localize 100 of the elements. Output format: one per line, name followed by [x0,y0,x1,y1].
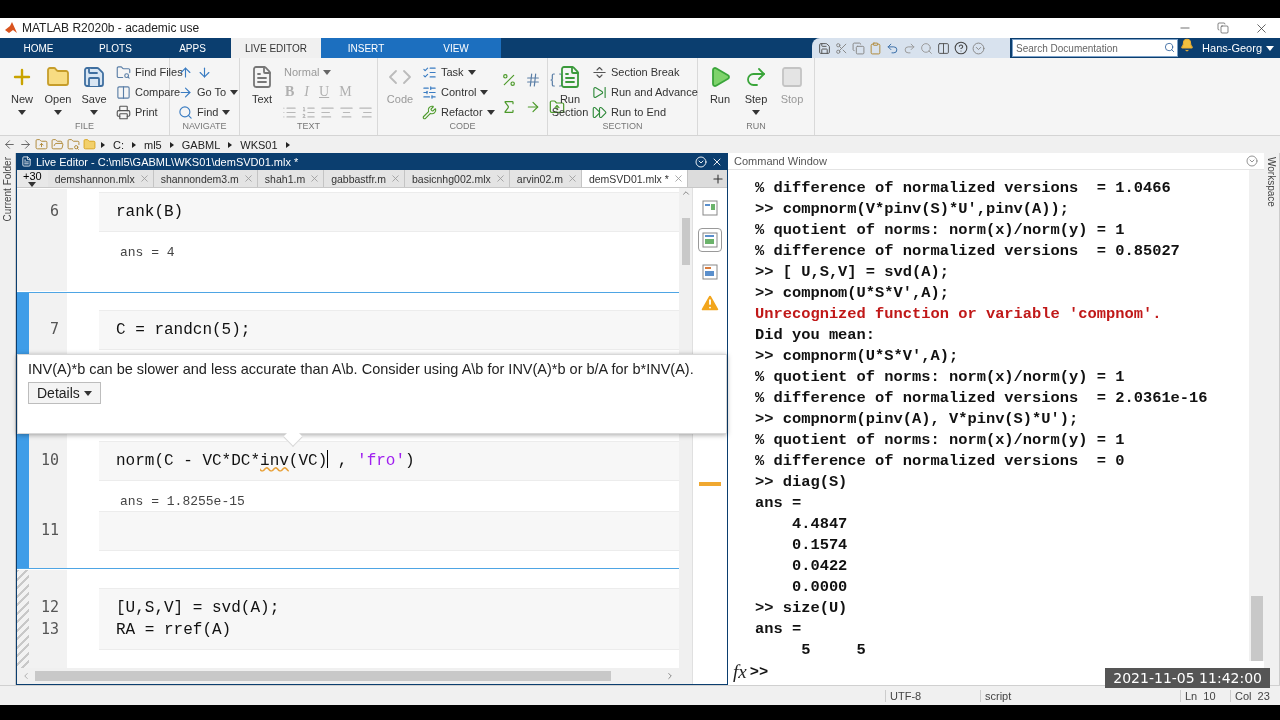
file-tab[interactable]: shannondem3.m [153,170,258,187]
find-files-button[interactable]: Find Files [114,63,185,81]
section-title: RUN [746,121,766,133]
console-line: % difference of normalized versions = 0 [755,451,1126,472]
ribbon-tab[interactable]: INSERT [321,38,411,58]
path-segment[interactable]: ml5 [141,138,165,151]
text-button[interactable]: Text [246,62,278,121]
console-line: Did you mean: [755,325,877,346]
file-tab[interactable]: demshannon.mlx [47,170,154,187]
console-line: ans = [755,493,803,514]
editor-title: Live Editor - C:\ml5\GABML\WKS01\demSVD01.mlx * [36,155,299,168]
file-type-text: script [980,689,1180,702]
more-tabs-button[interactable]: +30 [17,170,48,187]
run-and-advance-button[interactable]: Run and Advance [590,83,700,101]
redo-icon [903,41,917,55]
console-line: 0.0000 [790,577,849,598]
current-folder-tab[interactable]: Current Folder [2,153,13,226]
console-line: 0.0422 [790,556,849,577]
chevron-down-icon [972,41,986,55]
search-icon [920,41,934,55]
refactor-button[interactable]: Refactor [420,103,497,121]
scissors-icon [835,41,849,55]
console-line: >> compnorm(U*S*V',A); [755,346,960,367]
step-button[interactable]: Step [740,62,772,121]
path-segment[interactable]: GABML [178,138,224,151]
line-number: 13 [40,619,59,640]
workspace-tab[interactable]: Workspace [1266,153,1277,211]
console-line: % quotient of norms: norm(x)/norm(y) = 1 [755,220,1126,241]
output-inline-button[interactable] [698,228,722,252]
separator-icon [592,64,607,80]
fast-forward-icon [592,104,607,120]
file-tab[interactable]: shah1.m [257,170,325,187]
close-icon [566,173,578,184]
console-line: % quotient of norms: norm(x)/norm(y) = 1 [755,430,1126,451]
document-icon [21,156,32,167]
plus-icon [711,171,725,186]
columns-icon [116,84,131,100]
hash-icon [524,72,541,88]
document-icon [250,65,274,89]
code-line: rank(B) [116,202,185,223]
user-menu-button[interactable]: Hans-Georg [1194,38,1280,58]
console-line: 0.1574 [790,535,849,556]
chevron-icon [228,141,233,148]
redo-arrow-icon [744,65,768,89]
line-number: 6 [49,201,59,222]
search-field[interactable]: Search Documentation [1012,39,1179,57]
path-segment[interactable]: WKS01 [237,138,281,151]
output-text: ans = 1.8255e-15 [119,493,246,511]
section-title: FILE [75,121,94,133]
layout-icon [702,200,718,216]
chevron-icon [285,141,290,148]
copy-icon [852,41,866,55]
code-line: norm(C - VC*DC*inv(VC) , 'fro') [116,450,416,472]
section-break-button[interactable]: Section Break [590,63,700,81]
command-prompt[interactable]: >> [749,661,769,683]
save-button[interactable]: Save [78,62,110,121]
search-icon [178,104,193,120]
ribbon-tab[interactable]: LIVE EDITOR [231,38,321,58]
run-section-button[interactable]: Run Section [554,62,586,121]
run-button[interactable]: Run [704,62,736,121]
close-icon [672,173,684,184]
layout-icon [702,264,718,280]
back-arrow-icon [3,138,16,151]
chevron-icon [132,141,136,148]
skip-forward-icon [592,84,607,100]
details-button[interactable]: Details [28,382,101,404]
window-title: MATLAB R2020b - academic use [22,21,200,35]
warning-icon [699,292,721,314]
columns-icon [937,41,951,55]
scrollbar-thumb [681,218,690,265]
file-tab[interactable]: basicnhg002.mlx [405,170,510,187]
console-line: % quotient of norms: norm(x)/norm(y) = 1 [755,367,1126,388]
console-line: % difference of normalized versions = 2.0361e-16 [755,388,1209,409]
ribbon-tab[interactable]: VIEW [411,38,501,58]
section-title: CODE [449,121,476,133]
new-button[interactable]: New [6,62,38,121]
undo-icon [886,41,900,55]
console-line: >> diag(S) [755,472,849,493]
output-text: ans = 4 [119,244,176,262]
arrow-down-icon [197,64,212,80]
path-segment[interactable]: C: [110,138,127,151]
console-line: >> compnorm(V*pinv(S)*U',pinv(A)); [755,199,1071,220]
console-line: >> compnom(U*S*V',A); [755,283,950,304]
compare-button[interactable]: Compare [114,83,185,101]
file-tab[interactable]: gabbastfr.m [324,170,405,187]
run-to-end-button[interactable]: Run to End [590,103,700,121]
folder-icon [46,65,70,89]
file-tab[interactable]: arvin02.m [509,170,582,187]
open-button[interactable]: Open [42,62,74,121]
layout-icon [702,232,718,248]
close-icon [494,173,506,184]
caret-icon [1266,45,1274,51]
task-button[interactable]: Task [420,63,497,81]
file-tab[interactable]: demSVD01.mlx * [581,170,688,187]
arrow-right-icon [178,84,193,100]
control-button[interactable]: Control [420,83,497,101]
line-indicator: Ln 10 [1180,689,1230,702]
document-icon [558,65,582,89]
console-line: ans = [755,619,803,640]
console-line: % difference of normalized versions = 0.85027 [755,241,1181,262]
